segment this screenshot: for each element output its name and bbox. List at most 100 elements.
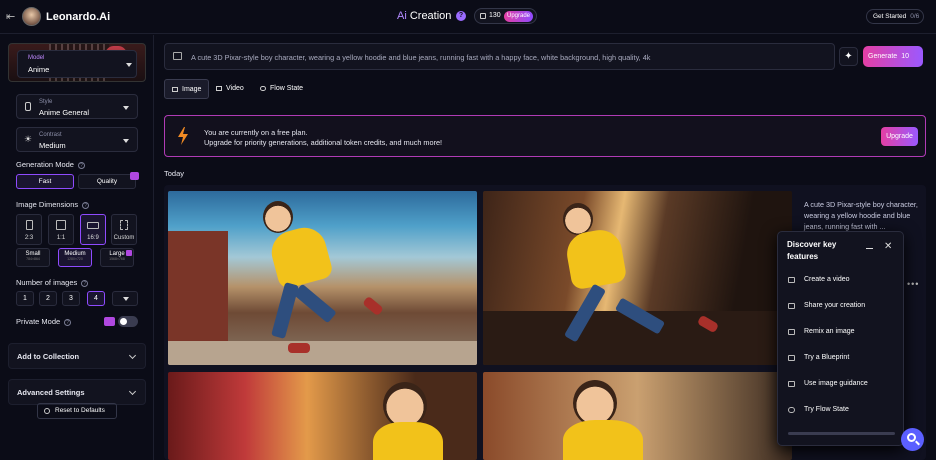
- tab-flow-state-label: Flow State: [270, 85, 304, 92]
- dimension-1-1[interactable]: 1:1: [48, 214, 74, 245]
- contrast-value: Medium: [39, 141, 66, 150]
- building-art: [168, 231, 228, 341]
- reset-defaults-button[interactable]: Reset to Defaults: [37, 403, 117, 419]
- collapse-sidebar-icon[interactable]: ⇤: [6, 10, 15, 23]
- num-images-3[interactable]: 3: [62, 291, 80, 306]
- upgrade-button[interactable]: Upgrade: [881, 127, 918, 146]
- add-to-collection-section[interactable]: Add to Collection: [8, 343, 146, 369]
- tab-flow-state[interactable]: Flow State: [253, 79, 313, 99]
- search-button[interactable]: [901, 428, 924, 451]
- brand-suffix: .Ai: [96, 11, 111, 23]
- feature-share-creation[interactable]: Share your creation: [788, 302, 865, 309]
- mode-fast-button[interactable]: Fast: [16, 174, 74, 189]
- size-large[interactable]: Large 1568×768: [100, 248, 134, 267]
- mode-quality-button[interactable]: Quality: [78, 172, 139, 189]
- close-icon[interactable]: ✕: [884, 241, 892, 252]
- boy-hoodie-art: [373, 422, 443, 460]
- film-icon: [216, 85, 222, 91]
- feature-label: Create a video: [804, 276, 850, 283]
- size-res: 784×864: [26, 257, 40, 261]
- dimension-label: Custom: [113, 235, 135, 241]
- generated-image[interactable]: [168, 372, 477, 460]
- help-icon[interactable]: ?: [456, 11, 466, 21]
- image-dimensions-title: Image Dimensions?: [16, 200, 90, 209]
- custom-size-icon: [120, 220, 128, 230]
- dimension-16-9[interactable]: 16:9: [80, 214, 106, 245]
- brand-name[interactable]: Leonardo.Ai: [46, 11, 110, 23]
- model-label: Model: [28, 55, 45, 61]
- tab-video[interactable]: Video: [209, 79, 253, 99]
- search-icon-handle: [915, 440, 920, 446]
- guidance-icon: [788, 381, 795, 387]
- feature-create-video[interactable]: Create a video: [788, 276, 850, 283]
- street-art: [168, 341, 477, 365]
- link-icon: [788, 407, 795, 413]
- generation-mode-title: Generation Mode?: [16, 160, 85, 169]
- dimension-2-3[interactable]: 2:3: [16, 214, 42, 245]
- token-balance[interactable]: 130 Upgrade: [474, 8, 537, 24]
- size-medium[interactable]: Medium 1280×720: [58, 248, 92, 267]
- feature-try-blueprint[interactable]: Try a Blueprint: [788, 354, 849, 361]
- brand-avatar[interactable]: [22, 7, 41, 26]
- token-count: 130: [489, 12, 501, 19]
- sidebar: Model Anime Style Anime General ☀ Contra…: [0, 35, 154, 460]
- generated-image[interactable]: [483, 372, 792, 460]
- page-title-ai: Ai: [397, 10, 407, 22]
- generated-image[interactable]: [483, 191, 792, 365]
- size-res: 1568×768: [109, 257, 125, 261]
- style-icon: [25, 102, 31, 111]
- model-value: Anime: [28, 65, 50, 74]
- style-select[interactable]: Style Anime General: [16, 94, 138, 119]
- tab-image[interactable]: Image: [164, 79, 209, 99]
- dimension-custom[interactable]: Custom: [111, 214, 137, 245]
- advanced-settings-section[interactable]: Advanced Settings: [8, 379, 146, 405]
- minimize-icon[interactable]: [866, 248, 873, 249]
- feature-flow-state[interactable]: Try Flow State: [788, 406, 849, 413]
- generate-button[interactable]: Generate 10: [863, 46, 923, 67]
- dimension-label: 2:3: [24, 235, 34, 241]
- premium-icon: [126, 250, 132, 256]
- chevron-down-icon: [123, 297, 129, 301]
- bolt-icon: [178, 127, 188, 145]
- info-icon[interactable]: ?: [64, 318, 72, 326]
- number-of-images-label: Number of images: [16, 278, 78, 287]
- prompt-input[interactable]: A cute 3D Pixar-style boy character, wea…: [164, 43, 835, 70]
- generated-image[interactable]: [168, 191, 477, 365]
- upgrade-badge[interactable]: Upgrade: [504, 11, 534, 22]
- num-images-1[interactable]: 1: [16, 291, 34, 306]
- section-today: Today: [164, 169, 185, 178]
- model-card[interactable]: Model Anime: [8, 43, 146, 82]
- style-label: Style: [39, 99, 53, 105]
- free-plan-banner: You are currently on a free plan. Upgrad…: [164, 115, 926, 157]
- size-small[interactable]: Small 784×864: [16, 248, 50, 267]
- premium-icon: [104, 317, 115, 326]
- chevron-down-icon: [126, 63, 132, 67]
- info-icon[interactable]: ?: [77, 161, 85, 169]
- num-images-4[interactable]: 4: [87, 291, 105, 306]
- image-dimensions-label: Image Dimensions: [16, 200, 79, 209]
- info-icon[interactable]: ?: [81, 279, 89, 287]
- get-started-label: Get Started: [873, 13, 907, 20]
- boy-head-art: [263, 201, 293, 233]
- contrast-select[interactable]: ☀ Contrast Medium: [16, 127, 138, 152]
- more-options-icon[interactable]: •••: [907, 279, 919, 289]
- image-icon: [172, 86, 178, 92]
- remix-icon: [788, 329, 795, 335]
- feature-remix-image[interactable]: Remix an image: [788, 328, 855, 335]
- num-images-2[interactable]: 2: [39, 291, 57, 306]
- num-images-more[interactable]: [112, 291, 138, 306]
- private-mode-toggle[interactable]: [118, 316, 138, 327]
- get-started-button[interactable]: Get Started 0/6: [866, 9, 924, 24]
- page-title: Ai Creation: [397, 10, 451, 22]
- discover-progress-bar: [788, 432, 895, 435]
- feature-label: Share your creation: [804, 302, 866, 309]
- info-icon[interactable]: ?: [82, 201, 90, 209]
- feature-image-guidance[interactable]: Use image guidance: [788, 380, 868, 387]
- portrait-icon: [25, 220, 33, 230]
- model-select[interactable]: Model Anime: [17, 50, 137, 78]
- generate-cost: 10: [901, 53, 909, 60]
- image-prompt-icon[interactable]: [173, 52, 182, 60]
- film-icon: [788, 277, 795, 283]
- prompt-enhance-icon[interactable]: ✦: [839, 47, 858, 66]
- tab-image-label: Image: [182, 86, 202, 93]
